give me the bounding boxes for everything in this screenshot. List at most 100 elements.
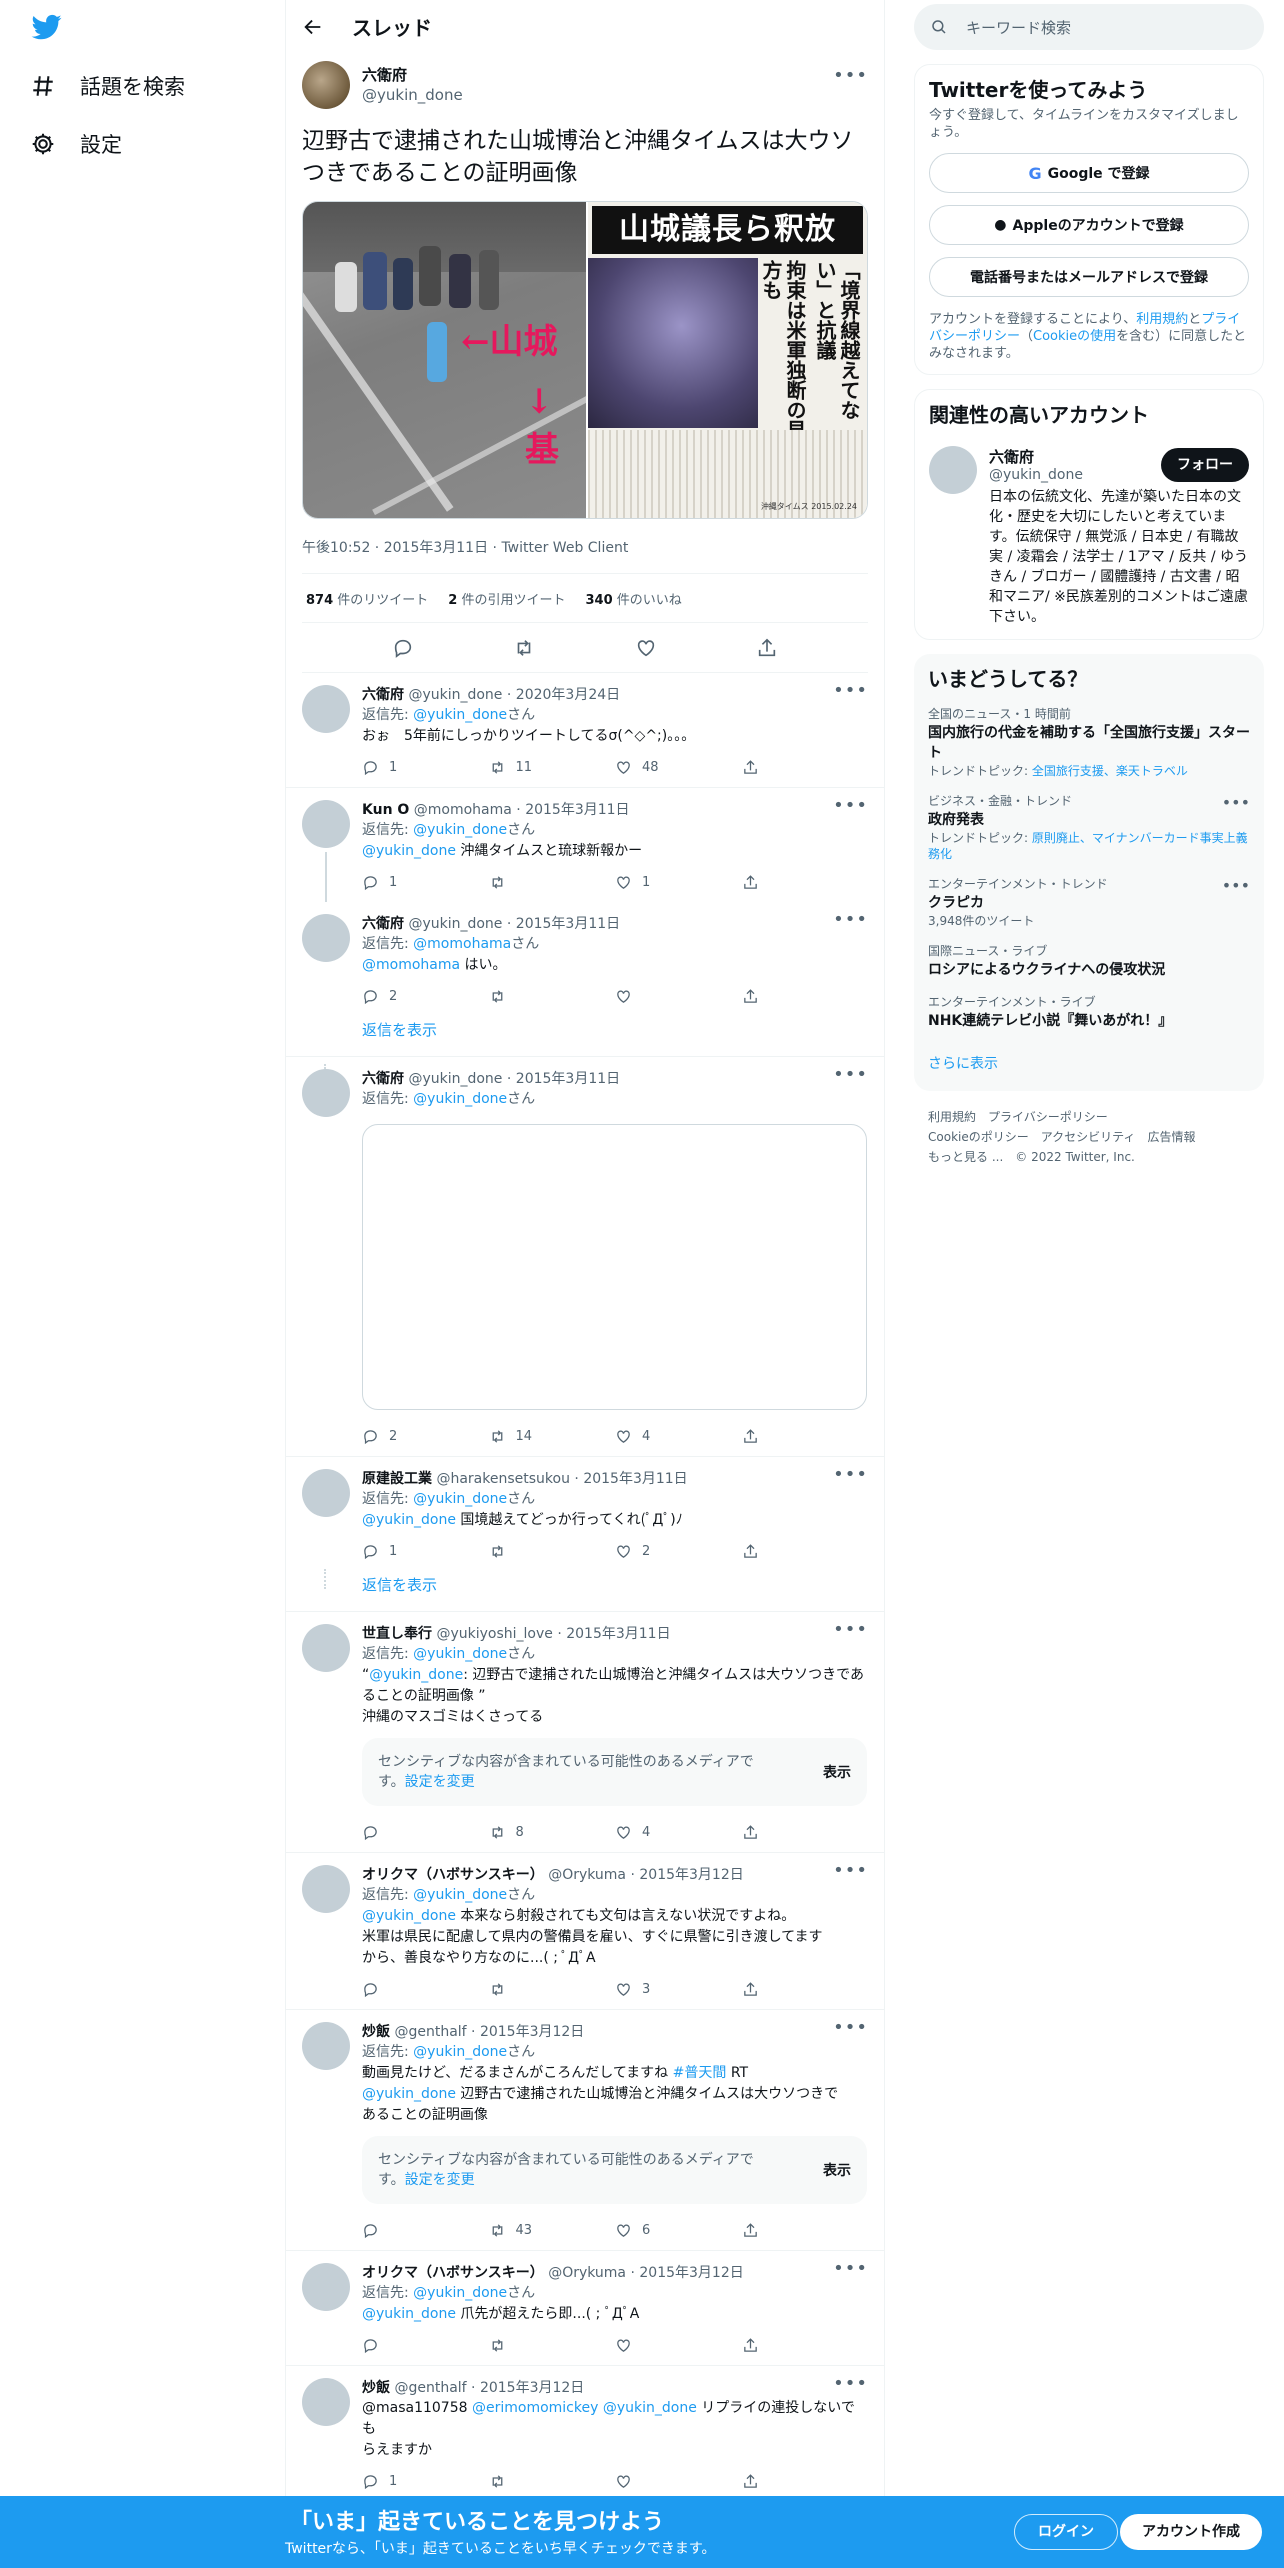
quote-count[interactable]: 2 件の引用ツイート xyxy=(448,589,565,608)
like-button[interactable] xyxy=(615,2337,742,2354)
trend-item[interactable]: エンターテインメント・ライブ NHK連続テレビ小説『舞いあがれ！』 xyxy=(928,994,1250,1031)
footer-cookie[interactable]: Cookieのポリシー xyxy=(928,1130,1029,1144)
retweet-button[interactable]: 8 xyxy=(489,1824,616,1841)
trend-item[interactable]: 全国のニュース・1 時間前 国内旅行の代金を補助する「全国旅行支援」スタート ト… xyxy=(928,706,1250,779)
like-button[interactable]: 4 xyxy=(615,1428,742,1445)
avatar[interactable] xyxy=(302,1469,350,1517)
reply-tweet[interactable]: 原建設工業 @harakensetsukou · 2015年3月11日 ••• 返… xyxy=(286,1457,884,1612)
show-more-link[interactable]: さらに表示 xyxy=(928,1056,998,1072)
reply-button[interactable] xyxy=(362,1824,489,1841)
more-icon[interactable]: ••• xyxy=(833,1861,868,1881)
more-icon[interactable]: ••• xyxy=(833,2018,868,2038)
reply-tweet[interactable]: Kun O @momohama · 2015年3月11日 ••• 返信先: @yu… xyxy=(286,788,884,902)
avatar[interactable] xyxy=(302,2263,350,2311)
avatar[interactable] xyxy=(302,914,350,962)
nav-settings[interactable]: 設定 xyxy=(30,124,122,164)
follow-button[interactable]: フォロー xyxy=(1161,448,1249,482)
avatar[interactable] xyxy=(302,685,350,733)
like-count[interactable]: 340 件のいいね xyxy=(586,589,682,608)
avatar[interactable] xyxy=(302,2378,350,2426)
share-button[interactable] xyxy=(742,874,869,891)
twitter-logo-icon[interactable] xyxy=(30,12,64,42)
reply-tweet[interactable]: オリクマ（ハボサンスキー） @Orykuma · 2015年3月12日 ••• 返… xyxy=(286,2251,884,2366)
share-button[interactable] xyxy=(742,988,869,1005)
avatar[interactable] xyxy=(302,1624,350,1672)
avatar[interactable] xyxy=(302,1069,350,1117)
share-button[interactable] xyxy=(742,2337,869,2354)
cookie-link[interactable]: Cookieの使用 xyxy=(1033,329,1116,344)
share-button[interactable] xyxy=(742,1981,869,1998)
show-replies-link[interactable]: 返信を表示 xyxy=(362,1571,868,1611)
retweet-button[interactable] xyxy=(489,988,616,1005)
retweet-button[interactable]: 43 xyxy=(489,2222,616,2239)
retweet-button[interactable] xyxy=(489,1981,616,1998)
reply-icon[interactable] xyxy=(392,637,414,659)
back-arrow-icon[interactable] xyxy=(302,16,324,38)
more-icon[interactable]: ••• xyxy=(833,796,868,816)
trend-item[interactable]: エンターテインメント・トレンド クラピカ 3,948件のツイート ••• xyxy=(928,876,1250,929)
show-replies-link[interactable]: 返信を表示 xyxy=(362,1016,868,1056)
show-media-button[interactable]: 表示 xyxy=(823,2160,851,2180)
more-icon[interactable]: ••• xyxy=(833,1465,868,1485)
retweet-button[interactable]: 11 xyxy=(489,759,616,776)
login-button[interactable]: ログイン xyxy=(1014,2514,1118,2550)
more-icon[interactable]: ••• xyxy=(833,2374,868,2394)
more-icon[interactable]: ••• xyxy=(833,2259,868,2279)
like-button[interactable]: 2 xyxy=(615,1543,742,1560)
reply-button[interactable] xyxy=(362,2222,489,2239)
nav-explore[interactable]: 話題を検索 xyxy=(30,66,185,106)
like-button[interactable]: 48 xyxy=(615,759,742,776)
retweet-button[interactable] xyxy=(489,1543,616,1560)
author-name[interactable]: 六衛府 xyxy=(362,65,463,85)
avatar[interactable] xyxy=(302,61,350,109)
terms-link[interactable]: 利用規約 xyxy=(1136,312,1188,327)
like-button[interactable]: 6 xyxy=(615,2222,742,2239)
like-icon[interactable] xyxy=(635,637,657,659)
more-icon[interactable]: ••• xyxy=(833,681,868,701)
reply-button[interactable]: 1 xyxy=(362,1543,489,1560)
search-input[interactable]: キーワード検索 xyxy=(914,4,1264,50)
share-icon[interactable] xyxy=(756,637,778,659)
reply-tweet[interactable]: 六衛府 @yukin_done · 2015年3月11日 ••• 返信先: @mo… xyxy=(286,902,884,1084)
more-icon[interactable]: ••• xyxy=(833,1065,868,1085)
retweet-icon[interactable] xyxy=(513,637,535,659)
reply-button[interactable] xyxy=(362,1981,489,1998)
footer-terms[interactable]: 利用規約 xyxy=(928,1110,976,1124)
avatar[interactable] xyxy=(929,446,977,494)
more-icon[interactable]: ••• xyxy=(1222,793,1250,812)
more-icon[interactable]: ••• xyxy=(833,65,868,86)
reply-tweet[interactable]: 炒飯 @genthalf · 2015年3月12日 ••• 返信先: @yukin… xyxy=(286,2010,884,2251)
reply-tweet[interactable]: 炒飯 @genthalf · 2015年3月12日 ••• @masa110758… xyxy=(286,2366,884,2501)
media-photo-left[interactable]: ←山城 ↓基 xyxy=(303,202,586,518)
reply-button[interactable]: 1 xyxy=(362,874,489,891)
share-button[interactable] xyxy=(742,1543,869,1560)
hashtag-link[interactable]: #普天間 xyxy=(673,2065,727,2081)
share-button[interactable] xyxy=(742,1824,869,1841)
reply-tweet[interactable]: 六衛府 @yukin_done · 2020年3月24日 ••• 返信先: @yu… xyxy=(286,673,884,788)
tweet-media[interactable]: ←山城 ↓基 山城議長ら釈放 「境界線越えてない」と抗議 拘束は米軍独断の見方も… xyxy=(302,201,868,519)
change-settings-link[interactable]: 設定を変更 xyxy=(405,2172,475,2188)
trend-item[interactable]: 国際ニュース・ライブ ロシアによるウクライナへの侵攻状況 xyxy=(928,943,1250,980)
footer-accessibility[interactable]: アクセシビリティ xyxy=(1041,1130,1136,1144)
footer-more[interactable]: もっと見る ... xyxy=(928,1150,1003,1164)
trend-item[interactable]: ビジネス・金融・トレンド 政府発表 トレンドトピック: 原則廃止、マイナンバーカ… xyxy=(928,793,1250,862)
tweet-date[interactable]: 2015年3月11日 xyxy=(384,540,488,556)
footer-ads[interactable]: 広告情報 xyxy=(1147,1130,1195,1144)
avatar[interactable] xyxy=(302,2022,350,2070)
more-icon[interactable]: ••• xyxy=(833,910,868,930)
reply-tweet[interactable]: 世直し奉行 @yukiyoshi_love · 2015年3月11日 ••• 返信… xyxy=(286,1612,884,1853)
media-placeholder[interactable] xyxy=(362,1124,867,1410)
reply-button[interactable]: 1 xyxy=(362,759,489,776)
like-button[interactable] xyxy=(615,2473,742,2490)
show-media-button[interactable]: 表示 xyxy=(823,1762,851,1782)
retweet-button[interactable] xyxy=(489,874,616,891)
reply-button[interactable] xyxy=(362,2337,489,2354)
reply-tweet[interactable]: オリクマ（ハボサンスキー） @Orykuma · 2015年3月12日 ••• 返… xyxy=(286,1853,884,2010)
author-handle[interactable]: @yukin_done xyxy=(362,85,463,105)
more-icon[interactable]: ••• xyxy=(1222,876,1250,895)
more-icon[interactable]: ••• xyxy=(833,1620,868,1640)
share-button[interactable] xyxy=(742,759,869,776)
footer-privacy[interactable]: プライバシーポリシー xyxy=(988,1110,1108,1124)
media-newspaper[interactable]: 山城議長ら釈放 「境界線越えてない」と抗議 拘束は米軍独断の見方も 沖縄タイムス… xyxy=(586,202,867,518)
reply-button[interactable]: 2 xyxy=(362,1428,489,1445)
